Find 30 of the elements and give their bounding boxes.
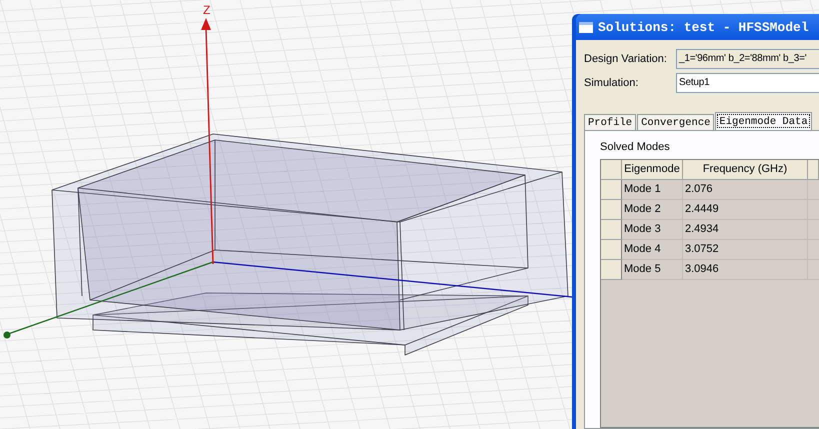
table-cell: 2.4934 — [683, 220, 808, 240]
row-header[interactable] — [601, 180, 622, 200]
column-header[interactable]: Eigenmode — [622, 160, 683, 180]
input-field[interactable]: _1='96mm' b_2='88mm' b_3=' — [676, 49, 819, 69]
table-cell: Mode 2 — [622, 200, 683, 220]
field-label: Simulation: — [584, 77, 640, 89]
table-cell: 2.076 — [683, 180, 808, 200]
table-cell: Mode 4 — [622, 240, 683, 260]
field-label: Design Variation: — [584, 53, 668, 65]
table-cell: 3.0946 — [683, 260, 808, 280]
group-label: Solved Modes — [600, 141, 671, 153]
row-header[interactable] — [601, 240, 622, 260]
row-header[interactable] — [601, 200, 622, 220]
window-icon — [579, 22, 593, 32]
row-header[interactable] — [601, 220, 622, 240]
row-header[interactable] — [601, 260, 622, 280]
tab[interactable]: Profile — [584, 114, 636, 130]
corner-header — [601, 160, 622, 180]
table-cell: Mode 1 — [622, 180, 683, 200]
dropdown-field[interactable]: Setup1 — [676, 73, 819, 93]
table-cell: Mode 5 — [622, 260, 683, 280]
axis-label: Z — [203, 3, 210, 17]
tab[interactable]: Eigenmode Data — [715, 112, 812, 130]
tab[interactable]: Convergence — [637, 114, 714, 130]
window-title: Solutions: test - HFSSModel — [598, 20, 809, 34]
table-cell: 3.0752 — [683, 240, 808, 260]
column-header-blank — [808, 160, 819, 180]
table-cell: Mode 3 — [622, 220, 683, 240]
column-header[interactable]: Frequency (GHz) — [683, 160, 808, 180]
table-cell: 2.4449 — [683, 200, 808, 220]
